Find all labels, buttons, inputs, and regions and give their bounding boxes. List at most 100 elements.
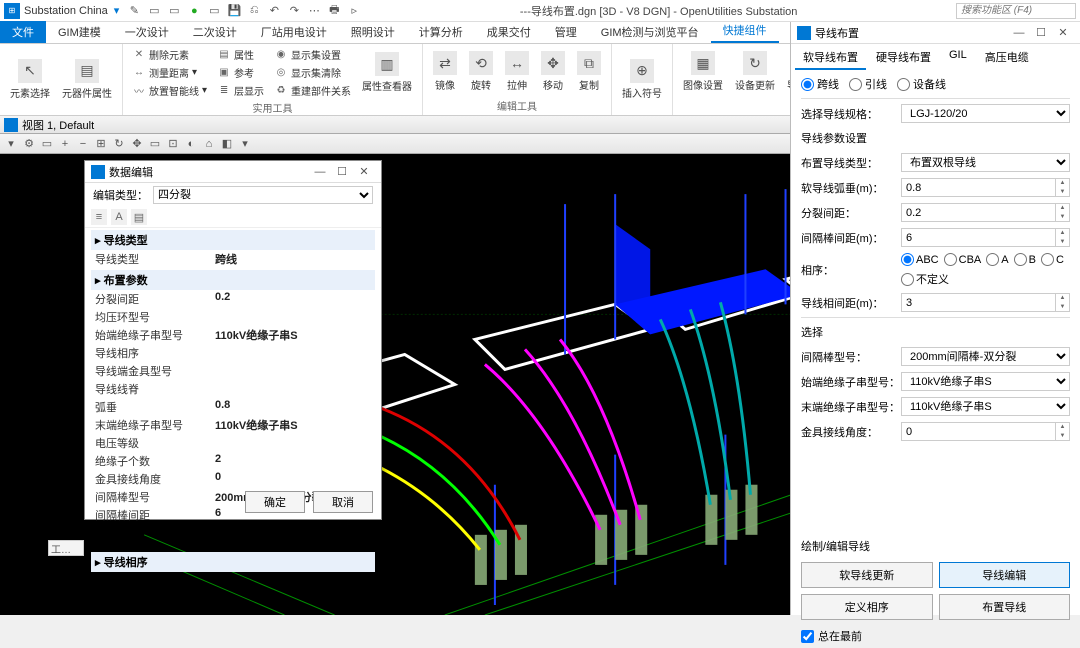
minimize-button[interactable]: — <box>309 166 331 178</box>
tab-output[interactable]: 成果交付 <box>475 21 543 43</box>
spinner[interactable]: ▲▼ <box>1056 178 1070 197</box>
soft-update-button[interactable]: 软导线更新 <box>801 562 933 588</box>
reference-button[interactable]: ▣参考 <box>214 64 267 81</box>
close-button[interactable]: ✕ <box>353 165 375 178</box>
undo-icon[interactable]: ↶ <box>267 4 281 18</box>
vt-icon[interactable]: ⊞ <box>94 137 108 151</box>
vt-icon[interactable]: ⌂ <box>202 137 216 151</box>
close-button[interactable]: ✕ <box>1052 26 1074 39</box>
section-header[interactable]: ▸ 布置参数 <box>91 270 375 290</box>
form-input[interactable] <box>901 178 1056 197</box>
radio-device[interactable]: 设备线 <box>897 76 946 92</box>
prop-row[interactable]: 金具接线角度0 <box>91 470 375 488</box>
workspace-dropdown[interactable]: Substation China <box>24 5 108 17</box>
rotate-button[interactable]: ⟲旋转 <box>465 49 497 94</box>
qat-icon[interactable]: ● <box>187 4 201 18</box>
vt-icon[interactable]: − <box>76 137 90 151</box>
vt-icon[interactable]: ◧ <box>220 137 234 151</box>
prop-row[interactable]: 绝缘子个数2 <box>91 452 375 470</box>
stretch-button[interactable]: ↔拉伸 <box>501 49 533 94</box>
define-phase-button[interactable]: 定义相序 <box>801 594 933 620</box>
form-select[interactable]: 200mm间隔棒-双分裂 <box>901 347 1070 366</box>
device-update-button[interactable]: ↻设备更新 <box>731 49 779 94</box>
radio-input[interactable] <box>897 78 910 91</box>
prop-row[interactable]: 均压环型号 <box>91 308 375 326</box>
save-icon[interactable]: 💾 <box>227 4 241 18</box>
prop-row[interactable]: 分裂间距0.2 <box>91 290 375 308</box>
cancel-button[interactable]: 取消 <box>313 491 373 513</box>
radio-lead[interactable]: 引线 <box>849 76 887 92</box>
minimize-button[interactable]: — <box>1008 27 1030 39</box>
form-input[interactable] <box>901 203 1056 222</box>
tab-lighting[interactable]: 照明设计 <box>339 21 407 43</box>
measure-distance-button[interactable]: ↔测量距离▾ <box>129 64 210 81</box>
properties-button[interactable]: ▤属性 <box>214 46 267 63</box>
prop-row[interactable]: 导线类型跨线 <box>91 250 375 268</box>
spinner[interactable]: ▲▼ <box>1056 228 1070 247</box>
element-select-button[interactable]: ↖元素选择 <box>6 57 54 102</box>
prop-row[interactable]: 电压等级 <box>91 434 375 452</box>
prop-row[interactable]: 导线端金具型号 <box>91 362 375 380</box>
vt-icon[interactable]: ✥ <box>130 137 144 151</box>
form-input[interactable] <box>901 228 1056 247</box>
tab-gil[interactable]: GIL <box>941 46 975 70</box>
delete-element-button[interactable]: ✕删除元素 <box>129 46 210 63</box>
prop-row[interactable]: 导线线脊 <box>91 380 375 398</box>
prop-row[interactable]: 导线相序 <box>91 344 375 362</box>
tool-stub[interactable]: 工… <box>48 540 84 556</box>
tab-gimcheck[interactable]: GIM检测与浏览平台 <box>589 21 711 43</box>
vt-icon[interactable]: ▾ <box>4 137 18 151</box>
tab-soft[interactable]: 软导线布置 <box>795 46 866 70</box>
spinner[interactable]: ▲▼ <box>1056 422 1070 441</box>
radio-span[interactable]: 跨线 <box>801 76 839 92</box>
phase-radio[interactable]: A <box>986 253 1008 266</box>
displayset-set-button[interactable]: ◉显示集设置 <box>271 46 354 63</box>
qat-icon[interactable]: ▭ <box>207 4 221 18</box>
spinner[interactable]: ▲▼ <box>1056 293 1070 312</box>
component-props-button[interactable]: ▤元器件属性 <box>58 57 116 102</box>
maximize-button[interactable]: ☐ <box>331 165 353 178</box>
vt-icon[interactable]: ↻ <box>112 137 126 151</box>
qat-icon[interactable]: ▭ <box>167 4 181 18</box>
redo-icon[interactable]: ↷ <box>287 4 301 18</box>
radio-input[interactable] <box>801 78 814 91</box>
always-on-top-checkbox[interactable] <box>801 630 814 643</box>
vt-icon[interactable]: ▭ <box>40 137 54 151</box>
mirror-button[interactable]: ⇄镜像 <box>429 49 461 94</box>
vt-icon[interactable]: ▾ <box>238 137 252 151</box>
conductor-edit-button[interactable]: 导线编辑 <box>939 562 1071 588</box>
layout-conductor-button[interactable]: 布置导线 <box>939 594 1071 620</box>
form-select[interactable]: 110kV绝缘子串S <box>901 397 1070 416</box>
qat-icon[interactable]: ▭ <box>147 4 161 18</box>
displayset-clear-button[interactable]: ◎显示集清除 <box>271 64 354 81</box>
sort-icon[interactable]: ≡ <box>91 209 107 225</box>
qat-icon[interactable]: ✎ <box>127 4 141 18</box>
move-button[interactable]: ✥移动 <box>537 49 569 94</box>
phase-radio[interactable]: B <box>1014 253 1036 266</box>
vt-icon[interactable]: ⚙ <box>22 137 36 151</box>
tab-manage[interactable]: 管理 <box>543 21 589 43</box>
phase-radio[interactable]: C <box>1041 253 1064 266</box>
qat-icon[interactable]: ⋯ <box>307 4 321 18</box>
image-settings-button[interactable]: ▦图像设置 <box>679 49 727 94</box>
rebuild-relations-button[interactable]: ♻重建部件关系 <box>271 82 354 99</box>
prop-row[interactable]: 弧垂0.8 <box>91 398 375 416</box>
phase-radio[interactable]: ABC <box>901 253 939 266</box>
list-icon[interactable]: ▤ <box>131 209 147 225</box>
insert-symbol-button[interactable]: ⊕插入符号 <box>618 57 666 102</box>
tab-station[interactable]: 厂站用电设计 <box>249 21 339 43</box>
copy-button[interactable]: ⧉复制 <box>573 49 605 94</box>
vt-icon[interactable]: ▭ <box>148 137 162 151</box>
print-icon[interactable]: 🖶 <box>327 4 341 18</box>
pointer-icon[interactable]: ▹ <box>347 4 361 18</box>
ribbon-search-input[interactable] <box>956 3 1076 19</box>
tab-file[interactable]: 文件 <box>0 21 46 43</box>
tab-quick[interactable]: 快捷组件 <box>711 19 779 43</box>
smartline-button[interactable]: 〰放置智能线▾ <box>129 82 210 99</box>
layer-display-button[interactable]: ≣层显示 <box>214 82 267 99</box>
spec-select[interactable]: LGJ-120/20 <box>901 104 1070 123</box>
form-input[interactable] <box>901 422 1056 441</box>
vt-icon[interactable]: + <box>58 137 72 151</box>
phase-radio[interactable]: 不定义 <box>901 271 949 287</box>
phase-gap-input[interactable] <box>901 293 1056 312</box>
